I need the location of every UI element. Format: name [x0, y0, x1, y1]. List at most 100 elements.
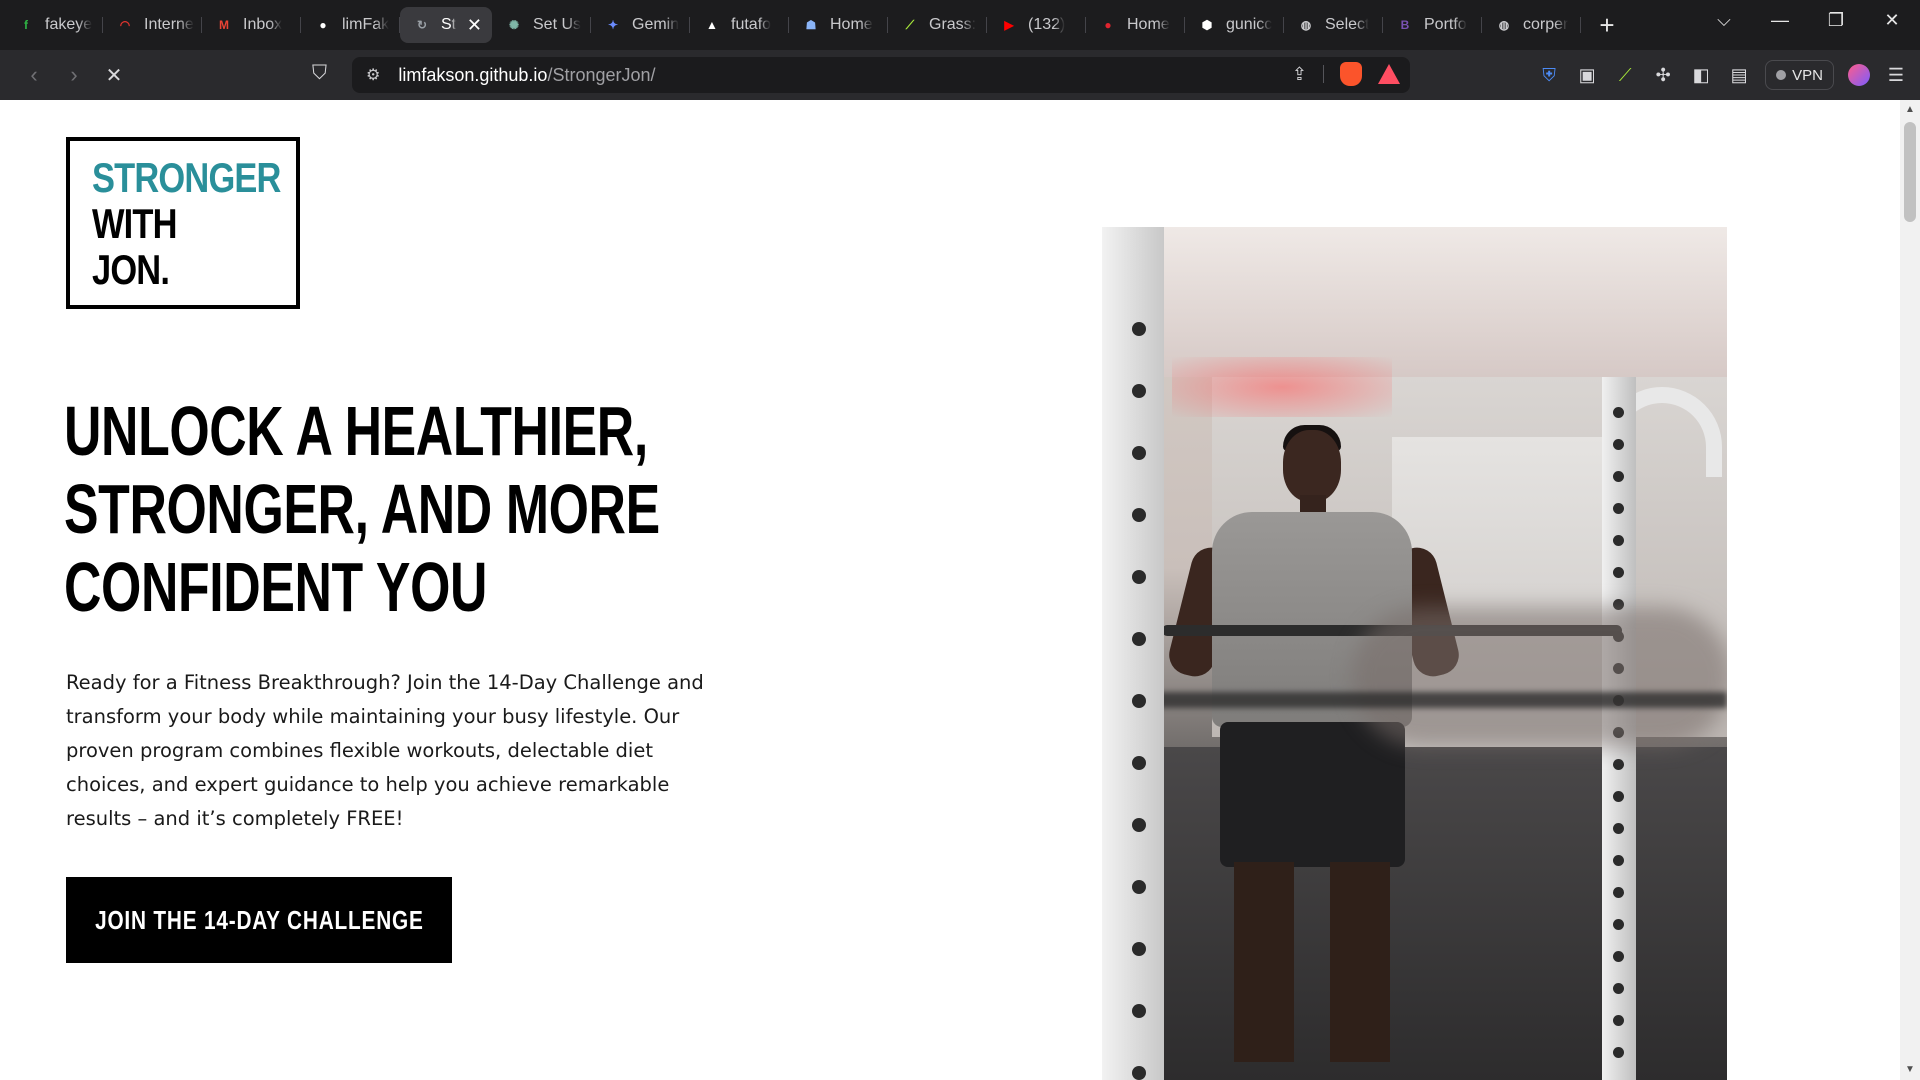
rack-hole [1613, 951, 1624, 962]
hero-headline: UNLOCK A HEALTHIER, STRONGER, AND MORE C… [64, 392, 784, 626]
rack-hole [1132, 756, 1146, 770]
scroll-down-arrow-icon[interactable]: ▼ [1900, 1060, 1920, 1080]
youtube-icon: ▶ [1004, 18, 1014, 32]
photo-red-light [1172, 357, 1392, 417]
fakeye-icon: f [24, 18, 28, 32]
extensions-puzzle-icon[interactable]: ✣ [1651, 63, 1675, 87]
rack-hole [1132, 694, 1146, 708]
tab[interactable]: ▲ futafo [690, 7, 789, 43]
photo-person-head [1283, 430, 1341, 502]
url-host: limfakson.github.io [398, 64, 548, 85]
tab[interactable]: ✦ Gemin [591, 7, 690, 43]
profile-avatar[interactable] [1848, 64, 1870, 86]
tab-search-chevron-icon[interactable]: ⌵ [1696, 10, 1752, 31]
rack-hole [1613, 759, 1624, 770]
rack-hole [1613, 919, 1624, 930]
bootstrap-icon: B [1400, 18, 1410, 32]
vpn-label: VPN [1792, 66, 1823, 84]
tab-active[interactable]: ↻ St ✕ [400, 7, 492, 43]
forward-button[interactable]: › [54, 62, 94, 88]
rack-hole [1132, 942, 1146, 956]
sidebar-toggle-icon[interactable]: ◧ [1689, 63, 1713, 87]
url-path: /StrongerJon/ [547, 64, 656, 85]
tab[interactable]: M Inbox [202, 7, 301, 43]
vpn-status-icon [1776, 70, 1787, 80]
rack-hole [1613, 471, 1624, 482]
globe-icon: ◍ [1300, 18, 1312, 32]
tab-title: Grass: [929, 16, 977, 33]
rack-hole [1613, 1047, 1624, 1058]
tab[interactable]: ⟋ Grass: [888, 7, 987, 43]
brave-rewards-icon[interactable] [1378, 64, 1400, 84]
rack-hole [1613, 567, 1624, 578]
tab-title: Portfo [1424, 16, 1467, 33]
site-logo[interactable]: STRONGER WITH JON. [66, 137, 300, 309]
rack-hole [1613, 439, 1624, 450]
tab[interactable]: ◍ Select [1284, 7, 1383, 43]
tab[interactable]: ◠ Interne [103, 7, 202, 43]
rack-hole [1613, 407, 1624, 418]
gmail-icon: M [219, 18, 229, 32]
join-challenge-button[interactable]: JOIN THE 14-DAY CHALLENGE [66, 877, 452, 963]
restore-button[interactable]: ❐ [1808, 10, 1864, 31]
vpn-button[interactable]: VPN [1765, 60, 1834, 90]
new-tab-button[interactable]: + [1585, 10, 1629, 41]
rack-hole [1613, 535, 1624, 546]
menu-icon[interactable]: ☰ [1884, 63, 1908, 87]
tab[interactable]: ⬢ gunicc [1185, 7, 1284, 43]
tab[interactable]: B Portfo [1383, 7, 1482, 43]
photo-foreground-bar [1102, 692, 1727, 708]
photo-rack-left [1102, 227, 1164, 1080]
address-bar[interactable]: ⚙ limfakson.github.io/StrongerJon/ ⇪ [352, 57, 1410, 93]
tab[interactable]: ● limFak [301, 7, 400, 43]
logo-line-1: STRONGER [92, 154, 281, 201]
scrollbar-thumb[interactable] [1904, 122, 1916, 222]
tab[interactable]: ☗ Home [789, 7, 888, 43]
bookmark-icon[interactable]: ⛉ [312, 62, 327, 85]
page-scrollbar[interactable]: ▲ ▼ [1900, 100, 1920, 1080]
browser-toolbar: ‹ › ✕ ⛉ ⚙ limfakson.github.io/StrongerJo… [0, 50, 1920, 100]
rack-hole [1132, 818, 1146, 832]
photo-person-shorts [1220, 722, 1405, 867]
join-challenge-label: JOIN THE 14-DAY CHALLENGE [94, 904, 424, 935]
tab[interactable]: ▶ (132) [987, 7, 1086, 43]
brave-shields-icon[interactable] [1340, 62, 1362, 86]
tab[interactable]: ✺ Set Us [492, 7, 591, 43]
logo-line-3: JON. [92, 246, 170, 293]
minimize-button[interactable]: — [1752, 10, 1808, 31]
rack-hole [1613, 791, 1624, 802]
stop-loading-button[interactable]: ✕ [94, 63, 134, 88]
tab-title: (132) [1028, 16, 1066, 33]
tab-list: f fakeye ◠ Interne M Inbox ● limFak ↻ St ✕ ✺ Set Us ✦… [0, 0, 1581, 50]
close-window-button[interactable]: ✕ [1864, 10, 1920, 31]
tab[interactable]: f fakeye [4, 7, 103, 43]
bitwarden-icon[interactable]: ⛨ [1537, 63, 1561, 87]
tab-title: Set Us [533, 16, 582, 33]
share-icon[interactable]: ⇪ [1292, 64, 1307, 85]
grass-icon: ⟋ [905, 17, 915, 32]
tab-title: Gemin [632, 16, 680, 33]
tab[interactable]: ◍ corper [1482, 7, 1581, 43]
rack-hole [1132, 1004, 1146, 1018]
url-text[interactable]: limfakson.github.io/StrongerJon/ [398, 65, 655, 86]
rack-hole [1132, 570, 1146, 584]
navigation-buttons: ‹ › ✕ [14, 62, 134, 88]
wallet-icon[interactable]: ▤ [1727, 63, 1751, 87]
tab[interactable]: ● Home [1086, 7, 1185, 43]
rack-hole [1613, 1015, 1624, 1026]
tab-title: St [441, 16, 457, 33]
github-icon: ● [319, 18, 327, 32]
image-extension-icon[interactable]: ▣ [1575, 63, 1599, 87]
divider [1323, 65, 1324, 83]
globe-icon: ◍ [1498, 18, 1510, 32]
window-controls: ⌵ — ❐ ✕ [1696, 0, 1920, 40]
rack-hole [1132, 880, 1146, 894]
scroll-up-arrow-icon[interactable]: ▲ [1900, 100, 1920, 120]
close-tab-icon[interactable]: ✕ [467, 15, 482, 36]
back-button[interactable]: ‹ [14, 62, 54, 88]
tab-title: gunicc [1226, 16, 1273, 33]
gemini-icon: ✦ [607, 18, 619, 32]
photo-person-leg-left [1234, 862, 1294, 1062]
grass-extension-icon[interactable]: ⟋ [1613, 63, 1637, 87]
site-info-icon[interactable]: ⚙ [366, 65, 380, 85]
